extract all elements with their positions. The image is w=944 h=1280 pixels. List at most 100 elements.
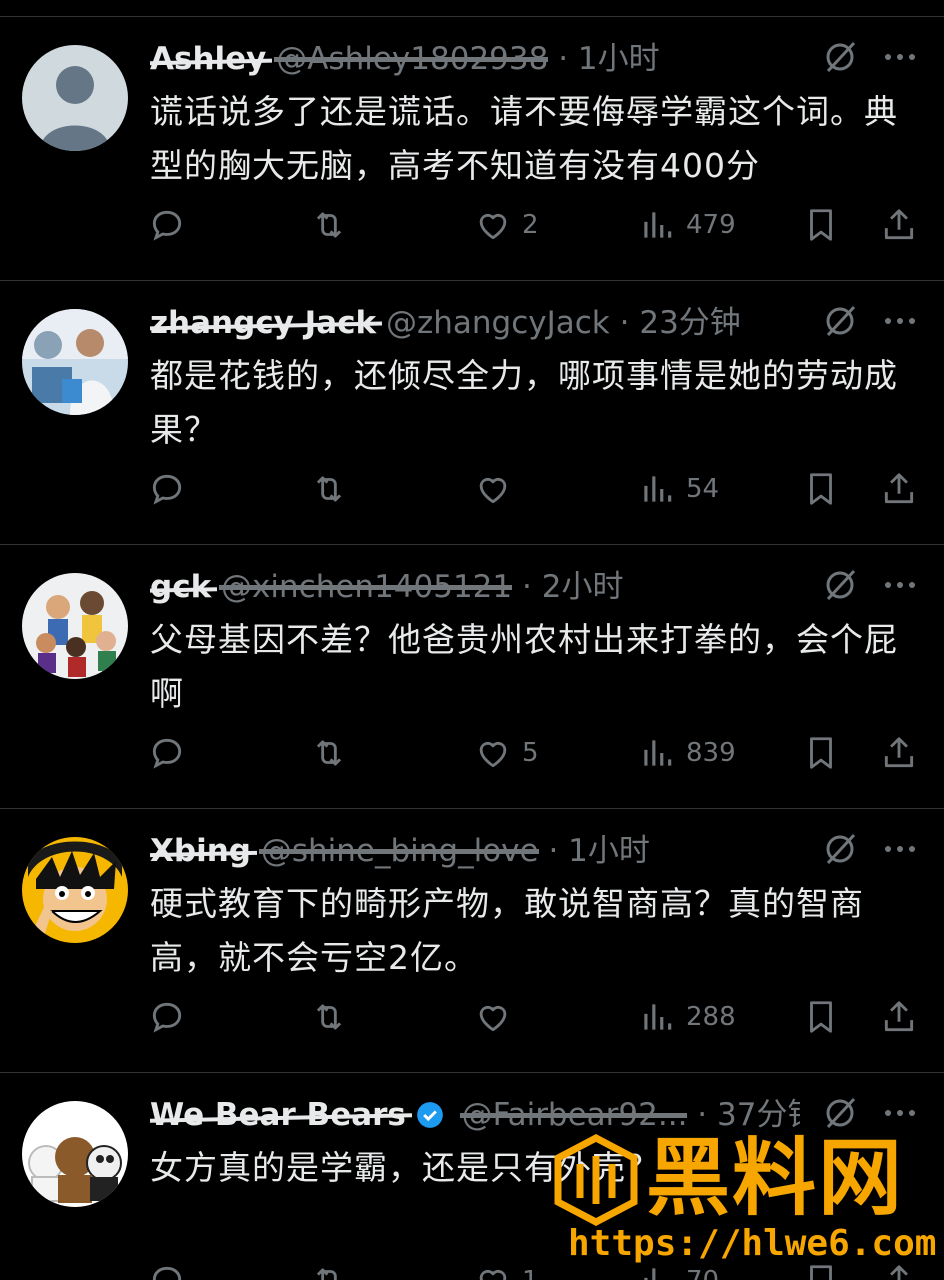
tweet[interactable]: Ashley @Ashley1802938 · 1小时 谎话说多了还是谎话。请不… <box>0 16 944 280</box>
grok-icon[interactable] <box>822 567 858 603</box>
watermark: 黑料网 https://hlwe6.com <box>550 1128 944 1280</box>
reply-button[interactable] <box>148 731 196 775</box>
reply-icon <box>152 738 182 769</box>
bookmark-icon <box>810 1001 832 1033</box>
like-count: 2 <box>522 210 539 240</box>
more-options-icon[interactable] <box>880 831 920 867</box>
user-handle[interactable]: @Ashley1802938 <box>276 41 548 77</box>
retweet-button[interactable] <box>310 203 358 247</box>
more-options-icon[interactable] <box>880 39 920 75</box>
tweet[interactable]: Xbing @shine_bing_love · 1小时 硬式教育下的畸形产物，… <box>0 808 944 1072</box>
grok-icon[interactable] <box>822 1095 858 1131</box>
grok-icon[interactable] <box>822 303 858 339</box>
share-button[interactable] <box>880 731 918 775</box>
more-options-icon[interactable] <box>880 303 920 339</box>
bookmark-button[interactable] <box>802 467 840 511</box>
avatar[interactable] <box>22 45 128 151</box>
like-count: 1 <box>522 1266 539 1280</box>
like-count: 5 <box>522 738 539 768</box>
bookmark-icon <box>810 209 832 241</box>
avatar[interactable] <box>22 573 128 679</box>
tweet-header: zhangcy Jack @zhangcyJack · 23分钟 <box>150 303 800 343</box>
user-handle[interactable]: @zhangcyJack <box>386 305 610 341</box>
separator: · <box>548 833 559 869</box>
share-button[interactable] <box>880 203 918 247</box>
timestamp[interactable]: 1小时 <box>578 41 660 77</box>
views-button[interactable]: 288 <box>638 995 736 1039</box>
reply-button[interactable] <box>148 467 196 511</box>
action-bar: 54 <box>0 461 944 517</box>
timestamp[interactable]: 2小时 <box>542 569 624 605</box>
like-button[interactable]: 5 <box>474 731 539 775</box>
user-handle[interactable]: @shine_bing_love <box>261 833 539 869</box>
more-options-icon[interactable] <box>880 567 920 603</box>
avatar[interactable] <box>22 309 128 415</box>
reply-button[interactable] <box>148 203 196 247</box>
action-bar: 5 839 <box>0 725 944 781</box>
display-name[interactable]: gck <box>150 569 211 605</box>
separator: · <box>558 41 569 77</box>
bookmark-button[interactable] <box>802 203 840 247</box>
display-name[interactable]: Xbing <box>150 833 251 869</box>
views-button[interactable]: 839 <box>638 731 736 775</box>
timestamp[interactable]: 23分钟 <box>639 305 740 341</box>
like-button[interactable]: 2 <box>474 203 539 247</box>
reply-button[interactable] <box>148 995 196 1039</box>
retweet-button[interactable] <box>310 467 358 511</box>
retweet-icon <box>316 740 342 766</box>
share-button[interactable] <box>880 995 918 1039</box>
separator: · <box>619 305 630 341</box>
action-bar: 288 <box>0 989 944 1045</box>
heart-icon <box>479 1005 507 1032</box>
bookmark-button[interactable] <box>802 995 840 1039</box>
verified-badge-icon <box>416 1102 443 1128</box>
tweet-text: 谎话说多了还是谎话。请不要侮辱学霸这个词。典型的胸大无脑，高考不知道有没有400… <box>150 92 898 185</box>
like-button[interactable] <box>474 995 522 1039</box>
retweet-button[interactable] <box>310 1259 358 1280</box>
display-name[interactable]: zhangcy Jack <box>150 305 376 341</box>
timestamp[interactable]: 1小时 <box>568 833 650 869</box>
grok-icon[interactable] <box>822 831 858 867</box>
watermark-url: https://hlwe6.com <box>568 1223 937 1264</box>
retweet-icon <box>316 1004 342 1030</box>
share-icon <box>884 1001 914 1032</box>
views-icon <box>644 212 672 238</box>
view-count: 839 <box>686 738 736 768</box>
like-button[interactable]: 1 <box>474 1259 539 1280</box>
more-options-icon[interactable] <box>880 1095 920 1131</box>
display-name[interactable]: Ashley <box>150 41 266 77</box>
watermark-logo-icon <box>554 1134 638 1226</box>
tweet-text: 都是花钱的，还倾尽全力，哪项事情是她的劳动成果？ <box>150 356 898 449</box>
retweet-button[interactable] <box>310 731 358 775</box>
like-button[interactable] <box>474 467 522 511</box>
tweet[interactable]: gck @xinchen1405121 · 2小时 父母基因不差？他爸贵州农村出… <box>0 544 944 808</box>
views-icon <box>644 1004 672 1030</box>
avatar[interactable] <box>22 1101 128 1207</box>
share-icon <box>884 209 914 240</box>
user-handle[interactable]: @xinchen1405121 <box>221 569 512 605</box>
views-button[interactable]: 54 <box>638 467 719 511</box>
reply-icon <box>152 474 182 505</box>
reply-icon <box>152 210 182 241</box>
reply-button[interactable] <box>148 1259 196 1280</box>
grok-icon[interactable] <box>822 39 858 75</box>
action-bar: 2 479 <box>0 197 944 253</box>
share-icon <box>884 473 914 504</box>
display-name[interactable]: We Bear Bears <box>150 1097 406 1133</box>
avatar[interactable] <box>22 837 128 943</box>
retweet-button[interactable] <box>310 995 358 1039</box>
heart-icon <box>479 741 507 768</box>
retweet-icon <box>316 212 342 238</box>
views-icon <box>644 740 672 766</box>
tweet-header: Ashley @Ashley1802938 · 1小时 <box>150 39 800 79</box>
tweet-header: Xbing @shine_bing_love · 1小时 <box>150 831 800 871</box>
tweet[interactable]: zhangcy Jack @zhangcyJack · 23分钟 都是花钱的，还… <box>0 280 944 544</box>
view-count: 54 <box>686 474 720 504</box>
share-button[interactable] <box>880 467 918 511</box>
view-count: 288 <box>686 1002 736 1032</box>
tweet-header: gck @xinchen1405121 · 2小时 <box>150 567 800 607</box>
views-button[interactable]: 479 <box>638 203 736 247</box>
watermark-title: 黑料网 <box>646 1129 905 1227</box>
bookmark-icon <box>810 737 832 769</box>
bookmark-button[interactable] <box>802 731 840 775</box>
